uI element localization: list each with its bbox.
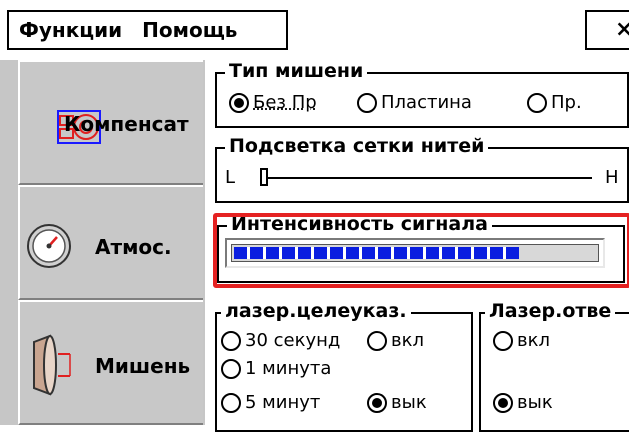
menu-bar: Функции Помощь × bbox=[0, 0, 629, 60]
close-button[interactable]: × bbox=[585, 10, 629, 50]
radio-1-minute[interactable]: 1 минута bbox=[221, 358, 331, 380]
reticle-illumination-group: Подсветка сетки нитей L H bbox=[215, 135, 629, 203]
group-title: Подсветка сетки нитей bbox=[225, 135, 489, 157]
radio-reflector-on[interactable]: вкл bbox=[493, 330, 550, 352]
close-icon: × bbox=[615, 17, 629, 42]
slider-high-label: H bbox=[605, 167, 619, 188]
radio-icon bbox=[221, 359, 241, 379]
sidebar-item-label: Компенсат bbox=[64, 112, 189, 136]
laser-pointer-group: лазер.целеуказ. 30 секунд 1 минута 5 мин… bbox=[215, 300, 473, 432]
sidebar-item-atmosphere[interactable]: Атмос. bbox=[18, 185, 203, 300]
radio-icon bbox=[493, 393, 513, 413]
sidebar-item-compensation[interactable]: Компенсат bbox=[18, 60, 203, 185]
group-title: лазер.целеуказ. bbox=[221, 300, 411, 322]
radio-5-minutes[interactable]: 5 минут bbox=[221, 392, 320, 414]
target-type-group: Тип мишени Без Пр Пластина Пр. bbox=[215, 60, 629, 128]
menu-group: Функции Помощь bbox=[7, 10, 288, 50]
sidebar-item-label: Мишень bbox=[95, 354, 191, 378]
gauge-icon bbox=[27, 224, 71, 268]
radio-icon bbox=[221, 331, 241, 351]
sidebar-item-label: Атмос. bbox=[95, 235, 172, 259]
radio-icon bbox=[229, 93, 249, 113]
reticle-slider[interactable] bbox=[260, 168, 592, 186]
radio-prism[interactable]: Пр. bbox=[527, 92, 582, 114]
group-title: Лазер.отве bbox=[485, 300, 616, 322]
sidebar: Компенсат Атмос. Мишень bbox=[0, 60, 205, 425]
slider-low-label: L bbox=[225, 167, 236, 188]
menu-functions[interactable]: Функции bbox=[19, 18, 122, 42]
slider-thumb[interactable] bbox=[260, 168, 268, 186]
sidebar-item-target[interactable]: Мишень bbox=[18, 300, 203, 425]
radio-icon bbox=[367, 393, 387, 413]
radio-reflector-off[interactable]: вык bbox=[493, 392, 553, 414]
highlight-annotation bbox=[213, 213, 629, 288]
menu-help[interactable]: Помощь bbox=[142, 18, 237, 42]
radio-icon bbox=[493, 331, 513, 351]
radio-plate[interactable]: Пластина bbox=[357, 92, 472, 114]
radio-icon bbox=[367, 331, 387, 351]
laser-reflector-group: Лазер.отве вкл вык bbox=[479, 300, 629, 432]
radio-laser-on[interactable]: вкл bbox=[367, 330, 469, 352]
radio-icon bbox=[357, 93, 377, 113]
target-lens-icon bbox=[33, 334, 71, 396]
radio-icon bbox=[221, 393, 241, 413]
radio-icon bbox=[527, 93, 547, 113]
radio-no-prism[interactable]: Без Пр bbox=[229, 92, 317, 114]
radio-30-seconds[interactable]: 30 секунд bbox=[221, 330, 340, 352]
group-title: Тип мишени bbox=[225, 60, 368, 82]
radio-laser-off[interactable]: вык bbox=[367, 392, 469, 414]
